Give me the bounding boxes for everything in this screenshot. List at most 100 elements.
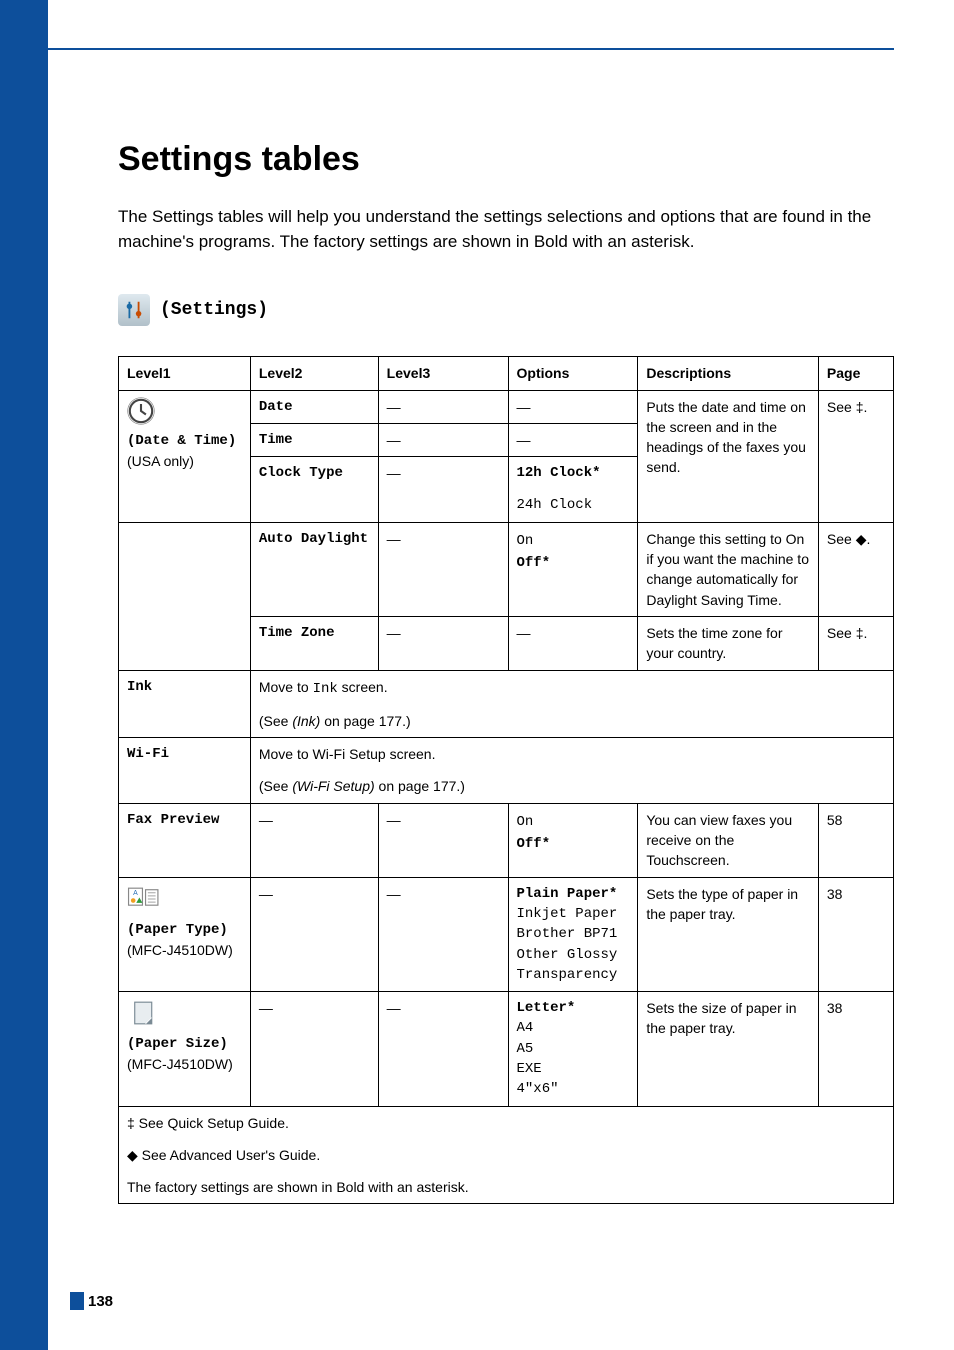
cell-l3: — xyxy=(378,423,508,456)
txt: (Ink) xyxy=(292,713,320,729)
opt: Inkjet Paper xyxy=(517,906,618,922)
cell-l3: — xyxy=(378,457,508,523)
cell-l2: Time xyxy=(250,423,378,456)
cell-l3: — xyxy=(378,390,508,423)
paper-type-label: (Paper Type) xyxy=(127,922,228,938)
txt: on page 177.) xyxy=(320,713,410,729)
cell-wifi-line1: Move to Wi-Fi Setup screen. xyxy=(250,738,893,771)
cell-opt: On Off* xyxy=(508,803,638,877)
cell-l3: — xyxy=(378,803,508,877)
cell-desc: You can view faxes you receive on the To… xyxy=(638,803,819,877)
cell-l2: Time Zone xyxy=(250,616,378,670)
cell-ink: Ink xyxy=(119,670,251,738)
txt: (See xyxy=(259,778,292,794)
cell-l2: Date xyxy=(250,390,378,423)
opt: Plain Paper* xyxy=(517,886,618,902)
row-paper-type: A (Paper Type) (MFC-J4510DW) — — Plain P… xyxy=(119,877,894,991)
th-level3: Level3 xyxy=(378,357,508,390)
cell-l2: — xyxy=(250,803,378,877)
cell-opt: — xyxy=(508,616,638,670)
cell-empty xyxy=(119,522,251,616)
row-wifi-1: Wi-Fi Move to Wi-Fi Setup screen. xyxy=(119,738,894,771)
cell-l3: — xyxy=(378,616,508,670)
cell-desc: Puts the date and time on the screen and… xyxy=(638,390,819,522)
paper-type-icon: A xyxy=(127,884,161,914)
opt-on: On xyxy=(517,814,534,830)
opt: Letter* xyxy=(517,1000,576,1016)
cell-opt: On Off* xyxy=(508,522,638,616)
cell-wifi: Wi-Fi xyxy=(119,738,251,804)
page-title: Settings tables xyxy=(118,140,894,179)
opt: Other Glossy xyxy=(517,947,618,963)
intro-text: The Settings tables will help you unders… xyxy=(118,205,894,254)
cell-opt: Letter* A4 A5 EXE 4"x6" xyxy=(508,992,638,1106)
row-ink-1: Ink Move to Ink screen. xyxy=(119,670,894,705)
cell-paper-type: A (Paper Type) (MFC-J4510DW) xyxy=(119,877,251,991)
settings-heading: (Settings) xyxy=(118,294,894,326)
opt: EXE xyxy=(517,1061,542,1077)
cell-wifi-line2: (See (Wi-Fi Setup) on page 177.) xyxy=(250,770,893,803)
clock-icon xyxy=(127,397,155,425)
cell-paper-size: (Paper Size) (MFC-J4510DW) xyxy=(119,992,251,1106)
txt: Move to xyxy=(259,679,313,695)
row-date: (Date & Time) (USA only) Date — — Puts t… xyxy=(119,390,894,423)
txt: screen. xyxy=(338,679,388,695)
cell-desc: Sets the size of paper in the paper tray… xyxy=(638,992,819,1106)
txt: on page 177.) xyxy=(375,778,465,794)
row-fax: Fax Preview — — On Off* You can view fax… xyxy=(119,803,894,877)
opt-off: Off* xyxy=(517,836,551,852)
cell-l3: — xyxy=(378,992,508,1106)
th-descriptions: Descriptions xyxy=(638,357,819,390)
settings-table: Level1 Level2 Level3 Options Description… xyxy=(118,356,894,1204)
page-number: 138 xyxy=(70,1292,113,1310)
opt: A4 xyxy=(517,1020,534,1036)
opt: Transparency xyxy=(517,967,618,983)
cell-l2: — xyxy=(250,992,378,1106)
date-time-label: (Date & Time) xyxy=(127,433,236,449)
row-footnote-b: ◆ See Advanced User's Guide. xyxy=(119,1139,894,1171)
cell-l2: — xyxy=(250,877,378,991)
cell-l3: — xyxy=(378,522,508,616)
opt-on: On xyxy=(517,533,534,549)
settings-heading-label: (Settings) xyxy=(160,300,268,320)
cell-date-time: (Date & Time) (USA only) xyxy=(119,390,251,522)
cell-desc: Change this setting to On if you want th… xyxy=(638,522,819,616)
cell-page: See ◆. xyxy=(818,522,893,616)
th-page: Page xyxy=(818,357,893,390)
opt: Brother BP71 xyxy=(517,926,618,942)
cell-ink-line2: (See (Ink) on page 177.) xyxy=(250,705,893,738)
txt: Ink xyxy=(313,681,338,697)
usa-only-label: (USA only) xyxy=(127,453,194,469)
txt: (See xyxy=(259,713,292,729)
row-footnote-a: ‡ See Quick Setup Guide. xyxy=(119,1106,894,1139)
model-label: (MFC-J4510DW) xyxy=(127,1056,233,1072)
th-level2: Level2 xyxy=(250,357,378,390)
page-number-text: 138 xyxy=(88,1293,113,1310)
opt-off: Off* xyxy=(517,555,551,571)
cell-opt: — xyxy=(508,423,638,456)
cell-page: See ‡. xyxy=(818,390,893,522)
footnote-c: The factory settings are shown in Bold w… xyxy=(119,1171,894,1204)
opt: 4"x6" xyxy=(517,1081,559,1097)
footnote-b: ◆ See Advanced User's Guide. xyxy=(119,1139,894,1171)
cell-ink-line1: Move to Ink screen. xyxy=(250,670,893,705)
model-label: (MFC-J4510DW) xyxy=(127,942,233,958)
svg-text:A: A xyxy=(133,890,138,897)
th-options: Options xyxy=(508,357,638,390)
cell-l2: Clock Type xyxy=(250,457,378,523)
txt: (Wi-Fi Setup) xyxy=(292,778,374,794)
cell-fax: Fax Preview xyxy=(119,803,251,877)
row-paper-size: (Paper Size) (MFC-J4510DW) — — Letter* A… xyxy=(119,992,894,1106)
cell-page: See ‡. xyxy=(818,616,893,670)
row-auto-daylight: Auto Daylight — On Off* Change this sett… xyxy=(119,522,894,616)
corner-square xyxy=(0,0,48,48)
cell-opt: Plain Paper* Inkjet Paper Brother BP71 O… xyxy=(508,877,638,991)
opt: A5 xyxy=(517,1041,534,1057)
cell-l3: — xyxy=(378,877,508,991)
cell-page: 58 xyxy=(818,803,893,877)
th-level1: Level1 xyxy=(119,357,251,390)
header-divider xyxy=(48,48,894,50)
cell-l2: Auto Daylight xyxy=(250,522,378,616)
cell-desc: Sets the time zone for your country. xyxy=(638,616,819,670)
footnote-a: ‡ See Quick Setup Guide. xyxy=(119,1106,894,1139)
